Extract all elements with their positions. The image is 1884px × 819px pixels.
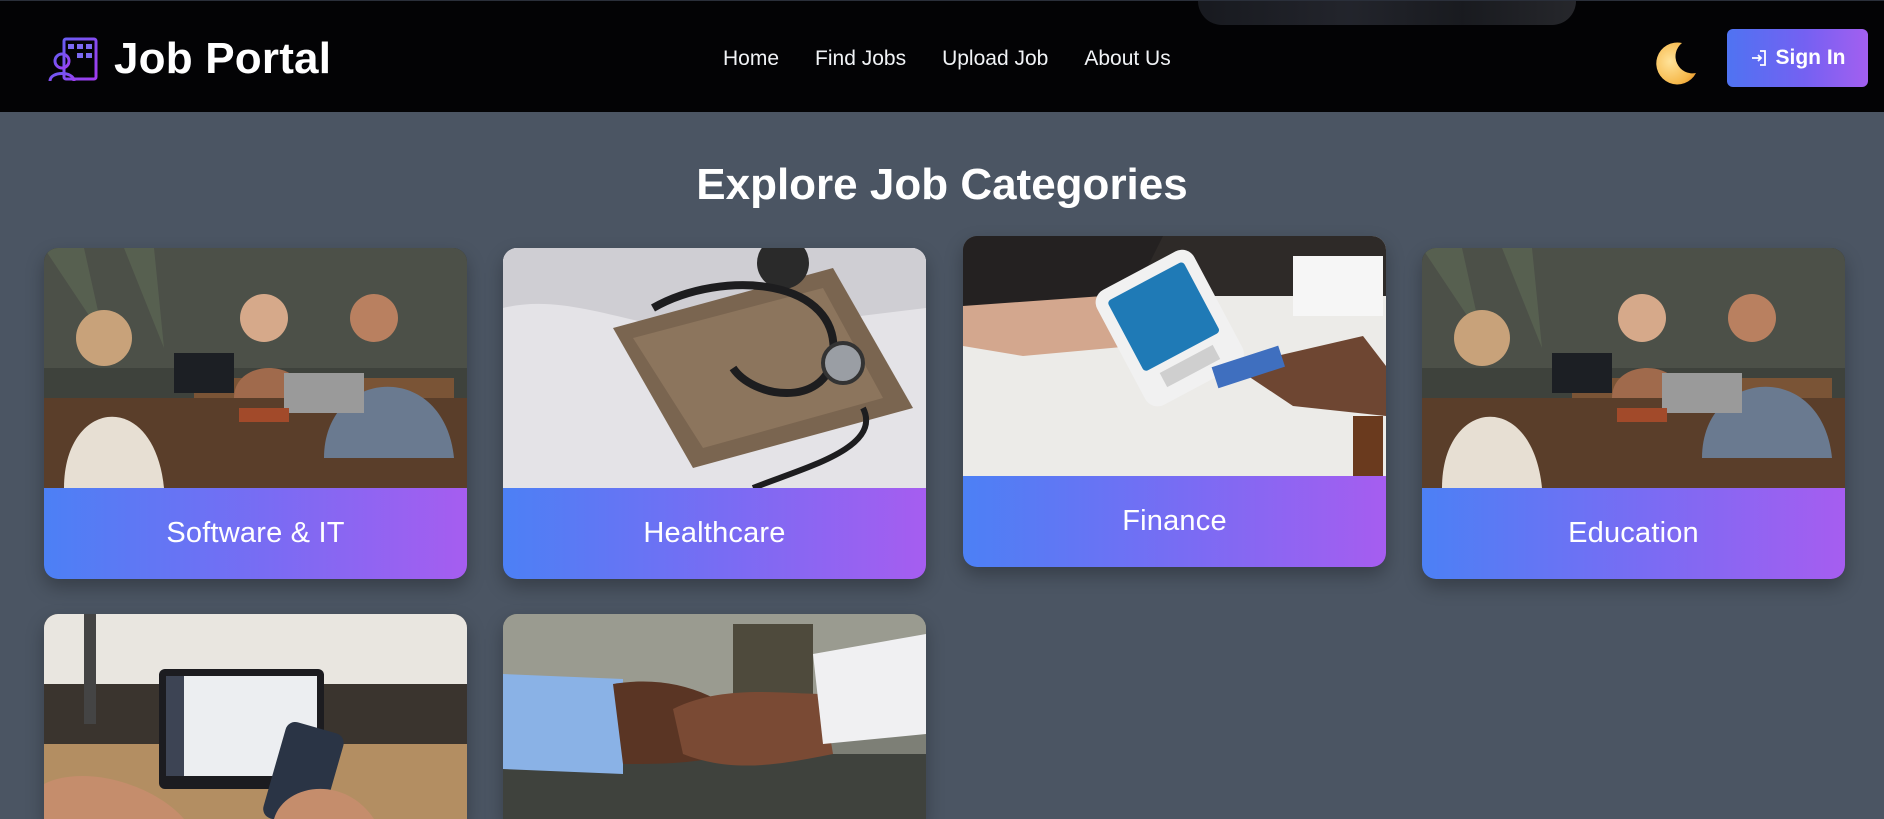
category-card-finance[interactable]: Finance [963,236,1386,567]
page-title: Explore Job Categories [696,160,1188,209]
handshake-photo [503,614,926,819]
category-card-healthcare[interactable]: Healthcare [503,248,926,579]
background-image-peek [1198,1,1576,25]
category-card-5[interactable] [44,614,467,819]
category-card-software-it[interactable]: Software & IT [44,248,467,579]
card-payment-terminal-photo [963,236,1386,476]
category-label: Software & IT [44,488,467,579]
category-card-6[interactable] [503,614,926,819]
nav-about-us[interactable]: About Us [1084,39,1170,79]
nav-upload-job[interactable]: Upload Job [942,39,1048,79]
main-nav: Home Find Jobs Upload Job About Us [723,39,1207,79]
category-label: Education [1422,488,1845,579]
job-portal-logo-icon [48,37,100,83]
brand-name: Job Portal [114,34,332,83]
nav-find-jobs[interactable]: Find Jobs [815,39,906,79]
sign-in-icon [1751,50,1766,66]
coworkers-laptops-cafe-photo [44,248,467,488]
laptop-phone-desk-photo [44,614,467,819]
stethoscope-photo [503,248,926,488]
sign-in-label: Sign In [1775,46,1846,69]
moon-icon[interactable] [1652,39,1700,87]
category-label: Finance [963,476,1386,567]
category-label: Healthcare [503,488,926,579]
top-navbar: Job Portal Home Find Jobs Upload Job Abo… [0,0,1884,112]
brand[interactable]: Job Portal [48,31,331,87]
sign-in-button[interactable]: Sign In [1727,29,1868,87]
nav-home[interactable]: Home [723,39,779,79]
coworkers-laptops-cafe-photo [1422,248,1845,488]
category-card-education[interactable]: Education [1422,248,1845,579]
